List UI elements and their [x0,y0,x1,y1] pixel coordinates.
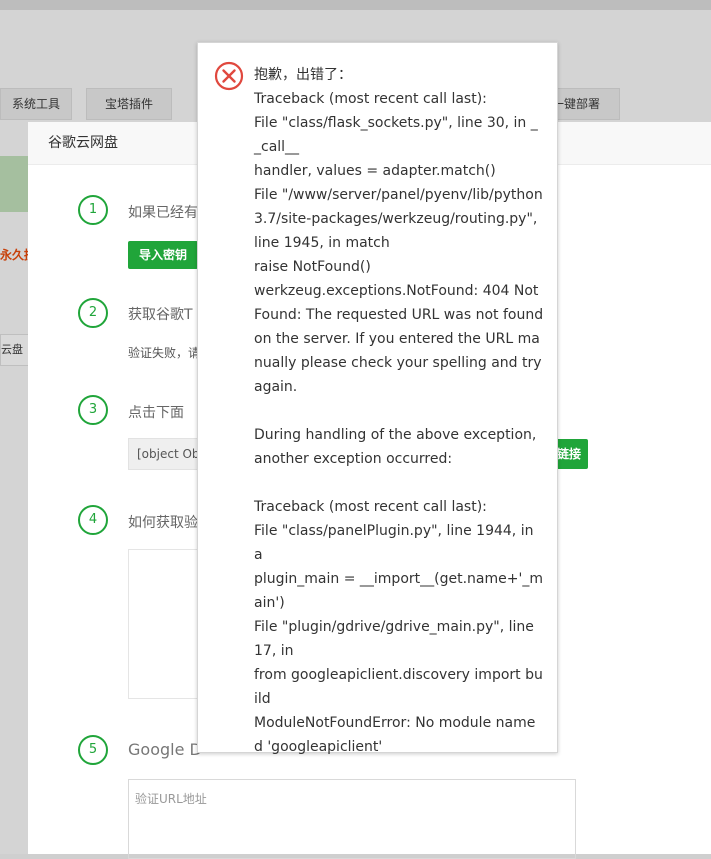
step-5-badge: 5 [78,735,108,765]
error-dialog: 抱歉，出错了： Traceback (most recent call last… [197,42,558,755]
step-1-title: 如果已经有 [128,205,198,221]
step-5-title: Google D [128,740,202,759]
verify-failed-text: 验证失败，请 [128,346,201,360]
background-cloud-label[interactable]: 云盘 [0,334,30,366]
background-green-block [0,156,30,212]
tab-bt-plugins[interactable]: 宝塔插件 [86,88,172,120]
verify-url-textarea[interactable]: 验证URL地址 [128,779,576,859]
import-key-button[interactable]: 导入密钥 [128,241,198,269]
step-4-title: 如何获取验 [128,515,198,531]
error-message: 抱歉，出错了： Traceback (most recent call last… [254,67,544,755]
step-3-badge: 3 [78,395,108,425]
step-2-badge: 2 [78,298,108,328]
step-3-title: 点击下面 [128,405,184,421]
step-1-badge: 1 [78,195,108,225]
error-circle-x-icon [214,61,244,95]
step-2-title: 获取谷歌T [128,307,193,323]
tab-system-tools[interactable]: 系统工具 [0,88,72,120]
top-bar [0,0,711,10]
step-4-badge: 4 [78,505,108,535]
